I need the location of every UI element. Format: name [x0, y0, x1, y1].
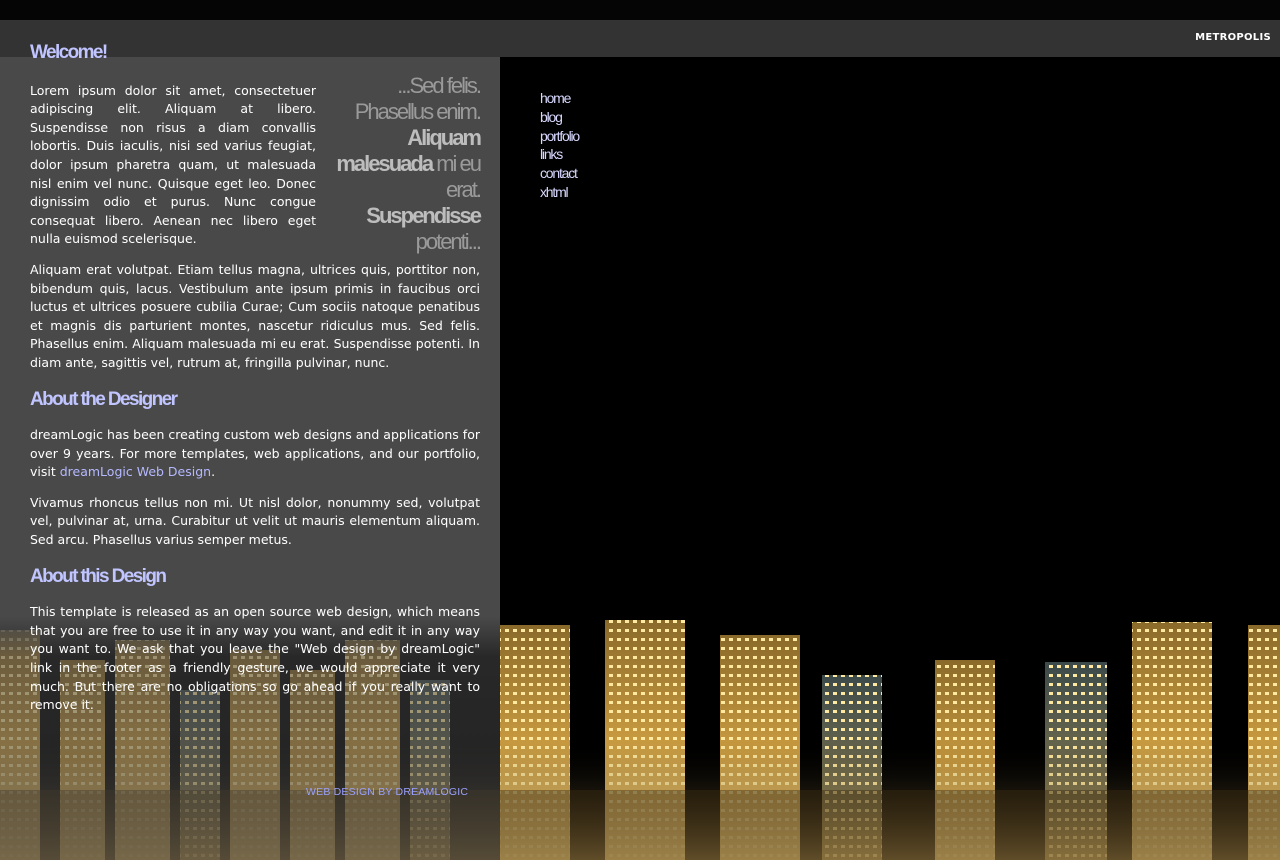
nav-item-contact[interactable]: contact [540, 164, 579, 183]
main-content: Welcome! ...Sed felis. Phasellus enim. A… [30, 42, 482, 715]
nav-item-blog[interactable]: blog [540, 108, 579, 127]
designer-paragraph: dreamLogic has been creating custom web … [30, 426, 480, 482]
pullquote-line: mi eu [432, 150, 482, 176]
welcome-heading: Welcome! [30, 42, 108, 63]
pullquote-bold: Aliquam [407, 124, 482, 150]
nav-item-xhtml[interactable]: xhtml [540, 183, 579, 202]
nav-item-links[interactable]: links [540, 145, 579, 164]
pullquote-bold: malesuada [336, 150, 434, 176]
design-heading: About this Design [30, 565, 167, 587]
top-strip [0, 0, 1280, 20]
main-nav: home blog portfolio links contact xhtml [540, 89, 580, 202]
designer-text-end: . [211, 464, 216, 480]
design-paragraph: This template is released as an open sou… [30, 604, 480, 713]
site-title: METROPOLIS [1195, 32, 1271, 43]
designer-heading: About the Designer [30, 388, 178, 410]
dreamlogic-link[interactable]: dreamLogic Web Design [60, 464, 211, 479]
pullquote-line: erat. [445, 176, 482, 202]
pullquote-bold: Suspendisse [366, 202, 482, 228]
footer-credit-link[interactable]: WEB DESIGN BY DREAMLOGIC [306, 786, 468, 798]
nav-item-home[interactable]: home [540, 89, 579, 108]
welcome-paragraph: Aliquam erat volutpat. Etiam tellus magn… [30, 261, 480, 370]
nav-item-portfolio[interactable]: portfolio [540, 127, 580, 146]
pullquote-line: Phasellus enim. [354, 98, 482, 124]
pullquote: ...Sed felis. Phasellus enim. Aliquam ma… [330, 72, 482, 255]
pullquote-line: ...Sed felis. [397, 72, 482, 98]
pullquote-line: potenti... [415, 228, 482, 254]
designer-paragraph: Vivamus rhoncus tellus non mi. Ut nisl d… [30, 494, 480, 548]
